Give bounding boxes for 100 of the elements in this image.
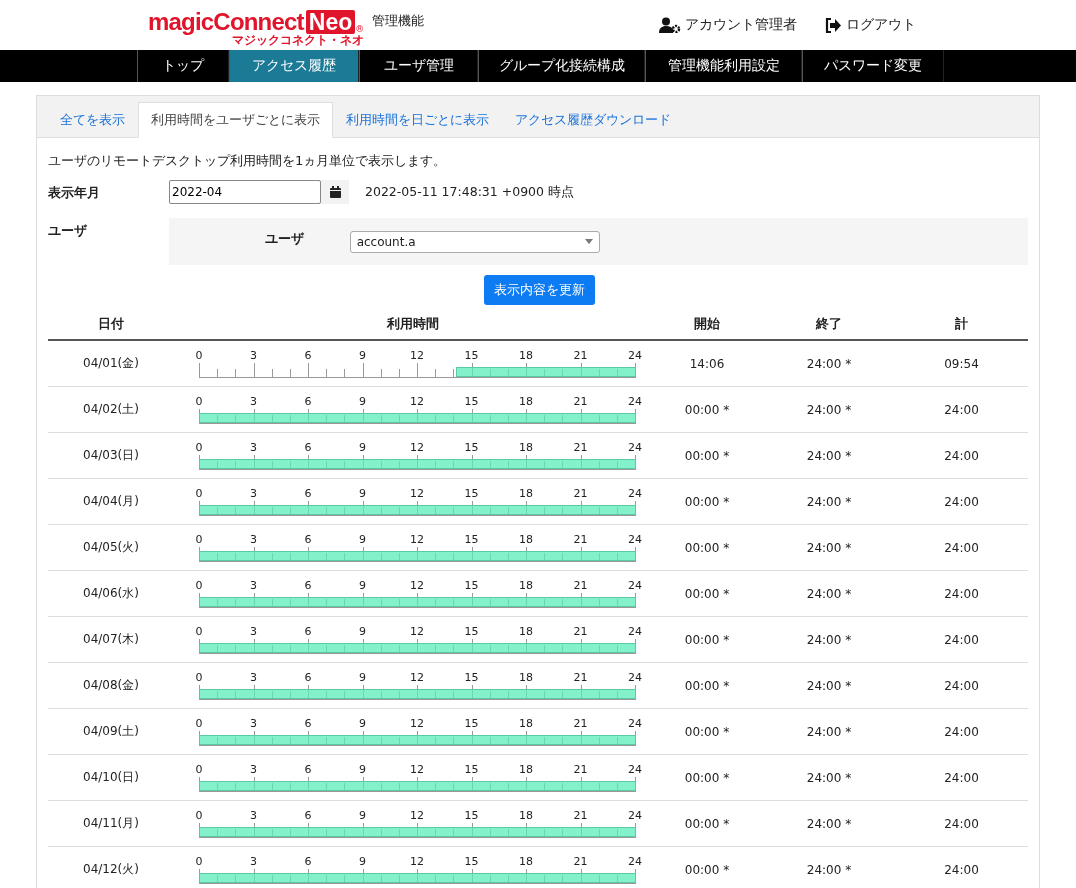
tick-label: 3	[250, 487, 257, 500]
tick-label: 15	[464, 395, 479, 408]
tick-label: 9	[359, 809, 366, 822]
tick-label: 15	[464, 855, 479, 868]
end-cell: 24:00 *	[763, 800, 895, 847]
tick-label: 12	[410, 763, 424, 776]
date-cell: 04/11(月)	[48, 800, 174, 847]
tick-label: 18	[519, 763, 533, 776]
user-gear-icon	[659, 17, 681, 33]
nav-tab[interactable]: グループ化接続構成	[478, 50, 645, 82]
registered-mark: ®	[355, 23, 365, 34]
end-cell: 24:00 *	[763, 432, 895, 479]
view-tab[interactable]: アクセス履歴ダウンロード	[502, 102, 684, 138]
column-header: 計	[895, 309, 1028, 340]
tick-label: 18	[519, 625, 533, 638]
tick-label: 0	[195, 533, 203, 546]
tick-label: 21	[573, 349, 588, 362]
tick-label: 21	[573, 625, 588, 638]
user-select[interactable]: account.a	[349, 230, 600, 253]
tick-label: 0	[195, 487, 203, 500]
tick-label: 18	[519, 855, 533, 868]
update-button[interactable]: 表示内容を更新	[484, 275, 595, 305]
tick-label: 6	[304, 717, 312, 730]
tick-label: 0	[195, 855, 203, 868]
tick-label: 0	[195, 625, 203, 638]
tick-label: 24	[628, 671, 642, 684]
tick-label: 15	[464, 625, 479, 638]
tick-label: 12	[410, 625, 424, 638]
date-cell: 04/04(月)	[48, 478, 174, 525]
tick-label: 9	[359, 625, 366, 638]
logout-link[interactable]: ログアウト	[825, 16, 916, 34]
view-tab[interactable]: 全てを表示	[47, 102, 138, 138]
view-tab[interactable]: 利用時間をユーザごとに表示	[138, 102, 333, 138]
tick-label: 12	[410, 809, 424, 822]
date-cell: 04/02(土)	[48, 386, 174, 433]
tick-label: 6	[304, 533, 312, 546]
tick-label: 12	[410, 441, 424, 454]
start-cell: 00:00 *	[651, 524, 763, 571]
tick-label: 24	[628, 579, 642, 592]
nav-tab[interactable]: ユーザ管理	[359, 50, 478, 82]
end-cell: 24:00 *	[763, 846, 895, 888]
date-cell: 04/05(火)	[48, 524, 174, 571]
user-field-label: ユーザ	[263, 229, 304, 248]
date-cell: 04/09(土)	[48, 708, 174, 755]
nav-tab[interactable]: パスワード変更	[802, 50, 944, 82]
end-cell: 24:00 *	[763, 708, 895, 755]
end-cell: 24:00 *	[763, 616, 895, 663]
total-cell: 24:00	[895, 386, 1028, 433]
tick-label: 0	[195, 809, 203, 822]
tick-label: 9	[359, 717, 366, 730]
tick-label: 15	[464, 579, 479, 592]
total-cell: 24:00	[895, 662, 1028, 709]
logo-badge: Neo	[305, 9, 356, 34]
tick-label: 18	[519, 671, 533, 684]
tick-label: 15	[464, 487, 479, 500]
tick-label: 6	[304, 349, 312, 362]
date-cell: 04/03(日)	[48, 432, 174, 479]
tick-label: 15	[464, 533, 479, 546]
tick-label: 12	[410, 855, 424, 868]
month-field[interactable]: 2022-04	[169, 180, 321, 204]
tick-label: 6	[304, 579, 312, 592]
nav-tab[interactable]: 管理機能利用設定	[645, 50, 802, 82]
start-cell: 14:06	[651, 340, 763, 387]
account-link[interactable]: アカウント管理者	[659, 16, 797, 34]
start-cell: 00:00 *	[651, 386, 763, 433]
nav-tab[interactable]: アクセス履歴	[229, 50, 359, 82]
tick-label: 12	[410, 487, 424, 500]
tick-label: 3	[250, 671, 257, 684]
tick-label: 24	[628, 441, 642, 454]
tick-label: 24	[628, 349, 642, 362]
tick-label: 3	[250, 349, 257, 362]
tick-label: 0	[195, 579, 203, 592]
tick-label: 21	[573, 671, 588, 684]
column-header: 日付	[48, 309, 174, 340]
tick-label: 15	[464, 349, 479, 362]
view-tab[interactable]: 利用時間を日ごとに表示	[333, 102, 502, 138]
total-cell: 24:00	[895, 570, 1028, 617]
tick-label: 21	[573, 487, 588, 500]
end-cell: 24:00 *	[763, 570, 895, 617]
date-cell: 04/12(火)	[48, 846, 174, 888]
tick-label: 9	[359, 763, 366, 776]
date-cell: 04/06(水)	[48, 570, 174, 617]
tick-label: 9	[359, 441, 366, 454]
tick-label: 12	[410, 349, 424, 362]
date-cell: 04/08(金)	[48, 662, 174, 709]
tick-label: 24	[628, 533, 642, 546]
tick-label: 18	[519, 441, 533, 454]
total-cell: 24:00	[895, 800, 1028, 847]
tick-label: 3	[250, 395, 257, 408]
start-cell: 00:00 *	[651, 616, 763, 663]
tick-label: 3	[250, 533, 257, 546]
end-cell: 24:00 *	[763, 524, 895, 571]
logo-text: magicConnect	[148, 9, 304, 34]
total-cell: 24:00	[895, 432, 1028, 479]
tick-label: 3	[250, 625, 257, 638]
start-cell: 00:00 *	[651, 432, 763, 479]
app-subtitle: 管理機能	[372, 12, 425, 30]
tick-label: 24	[628, 763, 642, 776]
tick-label: 15	[464, 809, 479, 822]
column-header: 開始	[651, 309, 763, 340]
